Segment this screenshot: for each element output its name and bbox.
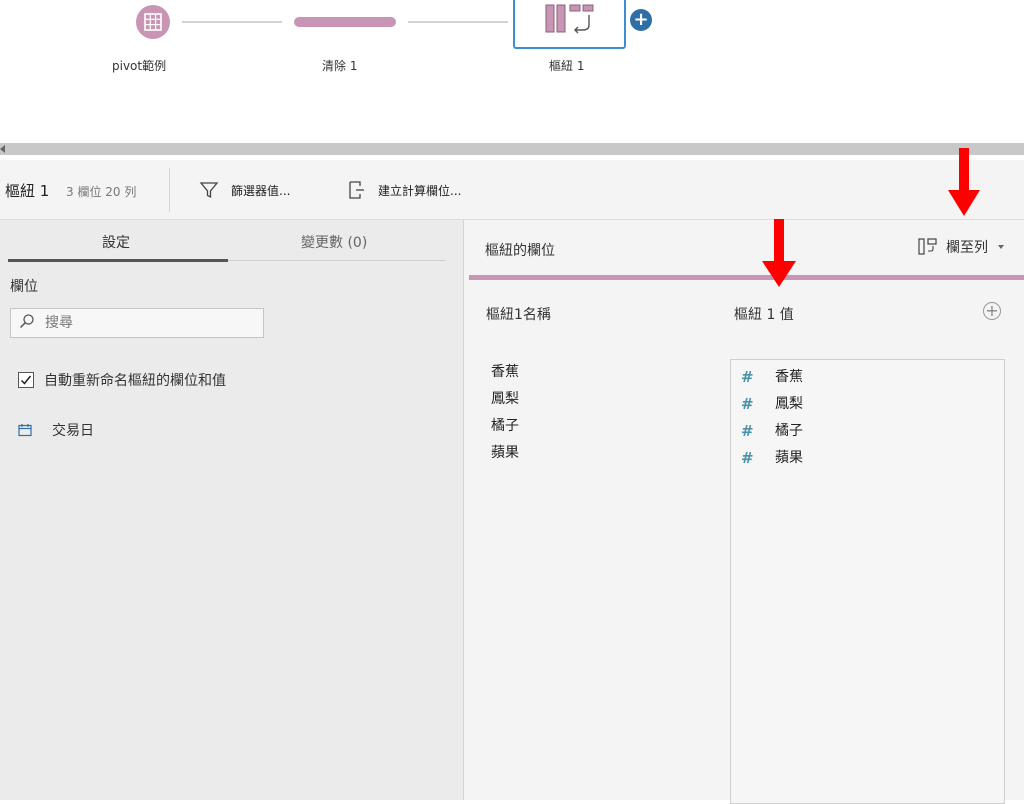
settings-pane: 設定 變更數 (0) 欄位 自動重新命名樞紐的欄位和值 交易日	[0, 220, 464, 800]
step-meta: 3 欄位 20 列	[66, 185, 137, 199]
pivot-value-item[interactable]: # 鳳梨	[741, 390, 803, 417]
pivot-value-label: 鳳梨	[775, 395, 803, 412]
auto-rename-option[interactable]: 自動重新命名樞紐的欄位和值	[18, 370, 226, 390]
flow-connector	[182, 21, 282, 23]
pivot-accent-rule	[469, 275, 1024, 280]
add-step-button[interactable]: +	[630, 9, 652, 31]
filter-icon	[199, 180, 219, 200]
annotation-arrow	[762, 219, 796, 287]
field-name: 交易日	[52, 423, 94, 439]
pivot-name-item[interactable]: 香蕉	[491, 362, 519, 389]
create-calculated-field-button[interactable]: 建立計算欄位...	[348, 178, 461, 202]
pivot-values-dropzone[interactable]: # 香蕉 # 鳳梨 # 橘子 # 蘋果	[730, 359, 1005, 804]
pivot-values-header: 樞紐 1 值	[734, 307, 794, 323]
pivot-values-list: # 香蕉 # 鳳梨 # 橘子 # 蘋果	[741, 363, 803, 471]
pivot-mode-label: 欄至列	[946, 240, 988, 256]
scroll-left-icon[interactable]	[0, 145, 5, 153]
pivot-value-item[interactable]: # 香蕉	[741, 363, 803, 390]
table-icon	[144, 13, 162, 31]
horizontal-scrollbar[interactable]	[0, 143, 1024, 155]
fields-heading: 欄位	[10, 279, 38, 295]
pivot-value-label: 蘋果	[775, 449, 803, 466]
calendar-icon	[18, 423, 32, 437]
number-type-icon: #	[741, 421, 754, 440]
pivot-fields-title: 樞紐的欄位	[485, 243, 555, 259]
pivot-value-item[interactable]: # 蘋果	[741, 444, 803, 471]
columns-to-rows-icon	[918, 238, 938, 256]
number-type-icon: #	[741, 394, 754, 413]
pivot-name-item[interactable]: 鳳梨	[491, 389, 519, 416]
search-icon	[19, 313, 35, 333]
toolbar-divider	[169, 168, 170, 212]
pivot-names-list: 香蕉 鳳梨 橘子 蘋果	[491, 362, 519, 470]
calculated-field-icon	[348, 180, 366, 200]
filter-values-label: 篩選器值...	[231, 183, 291, 198]
add-value-column-button[interactable]: +	[983, 302, 1001, 320]
create-calculated-field-label: 建立計算欄位...	[378, 183, 462, 198]
tab-settings[interactable]: 設定	[102, 232, 130, 252]
pivot-value-label: 香蕉	[775, 368, 803, 385]
step-title: 樞紐 1	[5, 182, 50, 200]
pivot-step-node[interactable]	[513, 0, 626, 49]
tab-changes[interactable]: 變更數 (0)	[301, 232, 367, 252]
source-node-label: pivot範例	[112, 59, 167, 73]
field-item[interactable]: 交易日	[18, 420, 94, 440]
pivot-value-item[interactable]: # 橘子	[741, 417, 803, 444]
pivot-step-label: 樞紐 1	[549, 59, 585, 73]
search-input[interactable]	[43, 314, 247, 332]
number-type-icon: #	[741, 448, 754, 467]
auto-rename-checkbox[interactable]	[18, 372, 34, 388]
clean-step-node[interactable]	[294, 17, 396, 27]
auto-rename-label: 自動重新命名樞紐的欄位和值	[44, 373, 226, 389]
number-type-icon: #	[741, 367, 754, 386]
active-tab-indicator	[8, 259, 228, 262]
flow-connector	[408, 21, 508, 23]
step-toolbar: 樞紐 1 3 欄位 20 列 篩選器值... 建立計算欄位...	[0, 160, 1024, 220]
check-icon	[20, 375, 32, 385]
filter-values-button[interactable]: 篩選器值...	[199, 178, 290, 202]
search-box[interactable]	[10, 308, 264, 338]
pivot-value-label: 橘子	[775, 422, 803, 439]
flow-canvas: pivot範例 清除 1 樞紐 1 +	[0, 0, 1024, 140]
annotation-arrow	[948, 148, 980, 216]
clean-step-label: 清除 1	[322, 59, 358, 73]
pivot-icon	[545, 4, 594, 34]
pivot-names-header: 樞紐1名稱	[486, 307, 551, 323]
pivot-mode-dropdown[interactable]: 欄至列	[918, 237, 1004, 257]
pivot-name-item[interactable]: 橘子	[491, 416, 519, 443]
source-node-icon[interactable]	[136, 5, 170, 39]
chevron-down-icon	[998, 245, 1004, 249]
pivot-fields-pane: 樞紐的欄位 欄至列 樞紐1名稱 樞紐 1 值 + 香蕉 鳳梨 橘子 蘋果 # 香蕉…	[464, 220, 1024, 804]
pivot-name-item[interactable]: 蘋果	[491, 443, 519, 470]
